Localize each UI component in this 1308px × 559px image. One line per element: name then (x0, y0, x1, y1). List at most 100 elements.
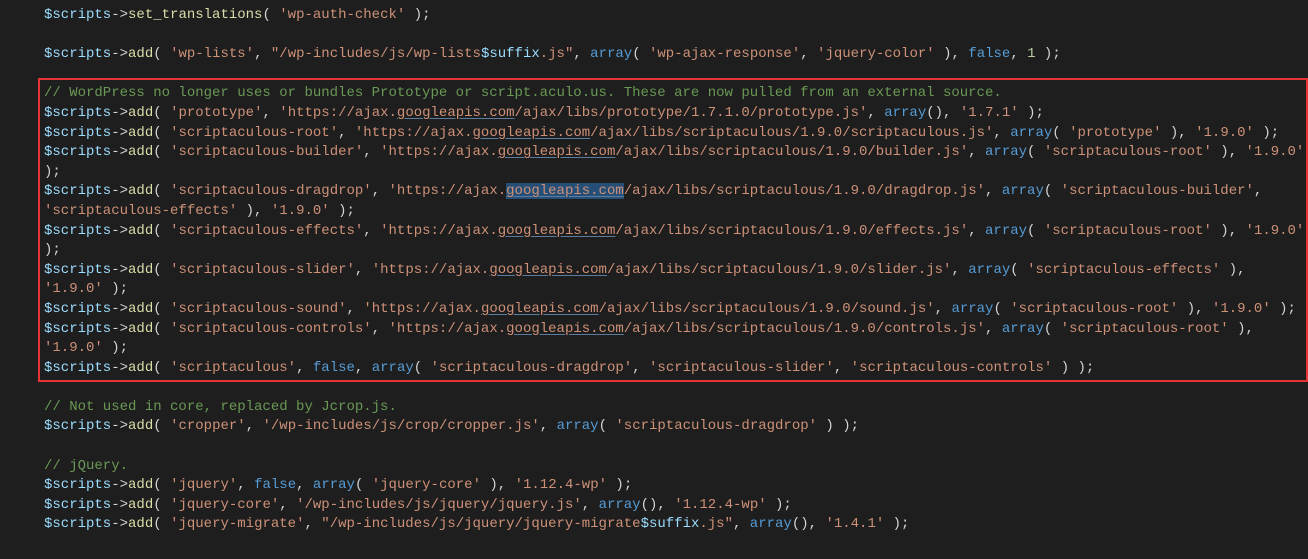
code-token: ) (1220, 262, 1237, 278)
code-token: , (262, 105, 279, 121)
code-token: $scripts (44, 301, 111, 317)
code-token: ( (599, 418, 616, 434)
code-token: 'scriptaculous-dragdrop' (170, 183, 372, 199)
code-token: 'scriptaculous-root' (1010, 301, 1178, 317)
code-token: , (657, 497, 674, 513)
code-token: -> (111, 46, 128, 62)
code-token: ); (405, 7, 430, 23)
code-token: ( (153, 223, 170, 239)
code-line[interactable]: $scripts->add( 'wp-lists', "/wp-includes… (0, 45, 1308, 65)
code-token: googleapis.com (481, 301, 599, 317)
code-token: /ajax/libs/prototype/1.7.1.0/prototype.j… (515, 105, 868, 121)
code-token: -> (111, 301, 128, 317)
code-token: 'cropper' (170, 418, 246, 434)
code-token: array (968, 262, 1010, 278)
code-token: array (985, 144, 1027, 160)
code-token: ( (1052, 125, 1069, 141)
code-editor-content[interactable]: $scripts->set_translations( 'wp-auth-che… (0, 0, 1308, 541)
code-line[interactable]: $scripts->add( 'jquery', false, array( '… (0, 476, 1308, 496)
code-line[interactable]: $scripts->add( 'scriptaculous-effects', … (0, 222, 1308, 261)
code-token: ( (1044, 321, 1061, 337)
code-line[interactable]: $scripts->add( 'scriptaculous-slider', '… (0, 261, 1308, 300)
code-line[interactable]: $scripts->add( 'scriptaculous', false, a… (0, 359, 1308, 379)
code-line[interactable]: $scripts->set_translations( 'wp-auth-che… (0, 6, 1308, 26)
code-line[interactable]: // WordPress no longer uses or bundles P… (0, 84, 1308, 104)
code-token: add (128, 125, 153, 141)
code-token: googleapis.com (506, 321, 624, 337)
code-line[interactable]: $scripts->add( 'jquery-migrate', "/wp-in… (0, 515, 1308, 535)
code-token: ( (153, 46, 170, 62)
code-token: ( (153, 105, 170, 121)
code-line[interactable]: $scripts->add( 'scriptaculous-root', 'ht… (0, 124, 1308, 144)
code-token: , (372, 183, 389, 199)
code-token: 'https://ajax. (389, 321, 507, 337)
code-token: -> (111, 144, 128, 160)
code-token: ) ); (817, 418, 859, 434)
code-token: '1.7.1' (960, 105, 1019, 121)
code-token: ) (1212, 144, 1229, 160)
code-token: '1.9.0' (271, 203, 330, 219)
code-token: , (296, 477, 313, 493)
code-token: // WordPress no longer uses or bundles P… (44, 85, 1002, 101)
code-token: , (968, 144, 985, 160)
code-token: -> (111, 105, 128, 121)
code-token: 'scriptaculous-slider' (170, 262, 355, 278)
code-token: () (641, 497, 658, 513)
code-token: 'scriptaculous-effects' (1027, 262, 1220, 278)
code-token: $scripts (44, 46, 111, 62)
code-token: ) (1229, 321, 1246, 337)
code-token: () (792, 516, 809, 532)
code-token: ); (767, 497, 792, 513)
code-line[interactable] (0, 378, 1308, 398)
code-token: ( (153, 418, 170, 434)
code-token: ); (1254, 125, 1279, 141)
code-line[interactable]: $scripts->add( 'scriptaculous-sound', 'h… (0, 300, 1308, 320)
code-token: '/wp-includes/js/jquery/jquery.js' (296, 497, 582, 513)
code-line[interactable]: $scripts->add( 'scriptaculous-builder', … (0, 143, 1308, 182)
code-line[interactable] (0, 437, 1308, 457)
code-token: set_translations (128, 7, 262, 23)
code-token: , (279, 497, 296, 513)
code-token: 'jquery' (170, 477, 237, 493)
code-line[interactable] (0, 26, 1308, 46)
code-token: ( (414, 360, 431, 376)
code-token: add (128, 46, 153, 62)
code-line[interactable]: // jQuery. (0, 457, 1308, 477)
code-token: , (363, 144, 380, 160)
code-token: ); (1036, 46, 1061, 62)
code-token: add (128, 418, 153, 434)
code-line[interactable]: $scripts->add( 'prototype', 'https://aja… (0, 104, 1308, 124)
code-token: ( (1044, 183, 1061, 199)
code-token: -> (111, 262, 128, 278)
code-token: $suffix (641, 516, 700, 532)
code-line[interactable]: $scripts->add( 'scriptaculous-controls',… (0, 320, 1308, 359)
code-token: add (128, 144, 153, 160)
code-token: , (304, 516, 321, 532)
code-token: ( (153, 360, 170, 376)
code-token: ) (1161, 125, 1178, 141)
code-token: -> (111, 223, 128, 239)
code-token: $scripts (44, 360, 111, 376)
code-token: $scripts (44, 223, 111, 239)
code-token: array (985, 223, 1027, 239)
code-line[interactable]: // Not used in core, replaced by Jcrop.j… (0, 398, 1308, 418)
code-token: , (733, 516, 750, 532)
code-token: // jQuery. (44, 458, 128, 474)
code-token: 'scriptaculous-root' (1061, 321, 1229, 337)
code-token: 'https://ajax. (279, 105, 397, 121)
code-line[interactable]: $scripts->add( 'cropper', '/wp-includes/… (0, 417, 1308, 437)
code-line[interactable]: $scripts->add( 'scriptaculous-dragdrop',… (0, 182, 1308, 221)
code-token: .js" (540, 46, 574, 62)
code-token: $scripts (44, 497, 111, 513)
code-token: $scripts (44, 183, 111, 199)
code-token: ); (884, 516, 909, 532)
code-token: , (943, 105, 960, 121)
code-line[interactable] (0, 65, 1308, 85)
code-token: array (372, 360, 414, 376)
code-line[interactable]: $scripts->add( 'jquery-core', '/wp-inclu… (0, 496, 1308, 516)
code-token: , (296, 360, 313, 376)
code-token: , (809, 516, 826, 532)
code-token: array (313, 477, 355, 493)
code-token: ( (153, 125, 170, 141)
code-token: ( (153, 144, 170, 160)
